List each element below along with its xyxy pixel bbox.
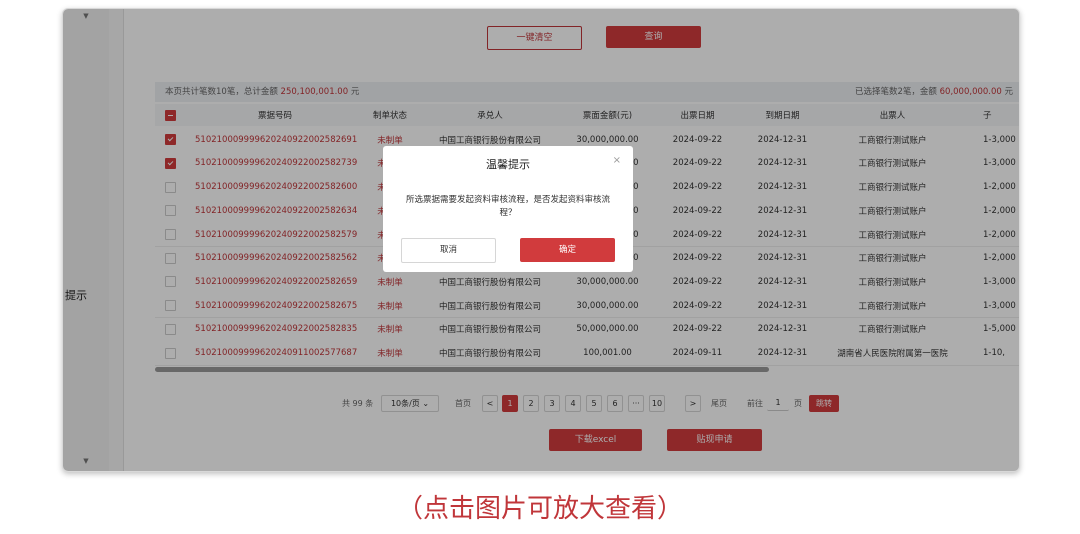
dialog-message: 所选票据需要发起资料审核流程，是否发起资料审核流程？ <box>405 195 610 218</box>
confirm-button[interactable]: 确定 <box>520 238 615 262</box>
close-icon[interactable]: × <box>613 155 621 166</box>
app-window: ▼ 提示 ▼ 一键清空 查询 本页共计笔数10笔，总计金额 250,100,00… <box>62 8 1020 472</box>
cancel-button[interactable]: 取消 <box>401 238 496 263</box>
caption: （点击图片可放大查看） <box>396 494 683 524</box>
confirm-dialog: 温馨提示 × 所选票据需要发起资料审核流程，是否发起资料审核流程？ 取消 确定 <box>383 146 633 272</box>
dialog-title: 温馨提示 <box>486 158 530 171</box>
